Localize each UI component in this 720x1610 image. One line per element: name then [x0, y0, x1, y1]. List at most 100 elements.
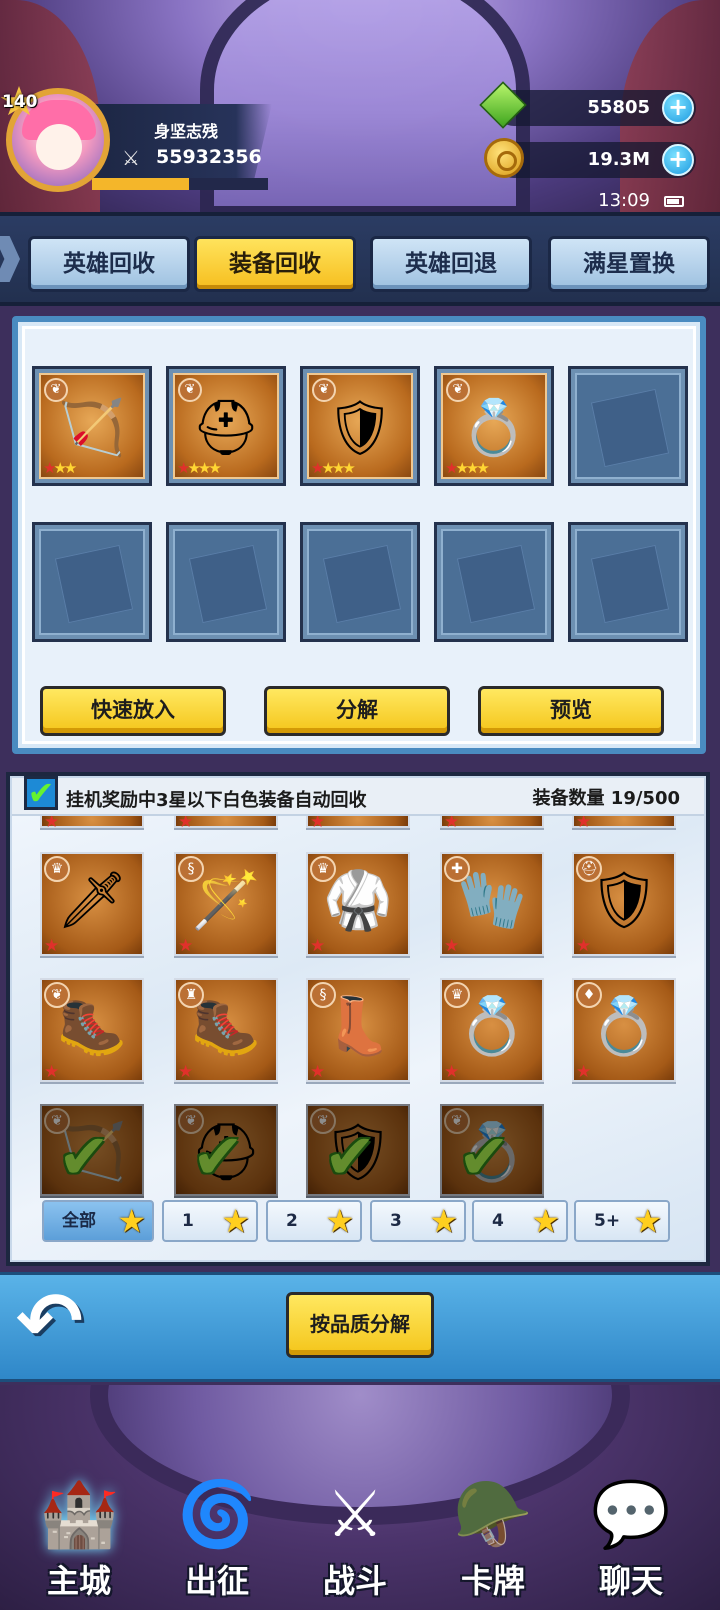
ring-icon: 💍 — [460, 396, 528, 459]
star-icon: ★ — [455, 459, 469, 477]
star-filter-label: 3 — [390, 1211, 402, 1231]
player-name: 身坚志残 — [154, 122, 219, 141]
star-icon: ★ — [310, 936, 325, 956]
star-filter-5plus[interactable]: 5+ ★ — [574, 1200, 670, 1242]
player-level: 140 — [2, 92, 38, 112]
recycle-slot-empty[interactable] — [32, 522, 152, 642]
nav-helmet-card[interactable]: 🪖 卡牌 — [428, 1470, 558, 1610]
inventory-item[interactable]: 🏹 ❦ ✔ — [40, 1104, 144, 1196]
nav-label: 聊天 — [598, 1562, 663, 1600]
gem-counter: 55805 + — [479, 81, 696, 129]
inventory-item[interactable]: ⛑ ❦ ✔ — [174, 1104, 278, 1196]
recycle-slot-inner — [575, 373, 681, 479]
clock-time: 13:09 — [598, 190, 650, 211]
checkmark-icon: ✔ — [458, 1120, 510, 1193]
equip-type-badge-icon: ⛑ — [576, 856, 602, 882]
star-icon: ★ — [531, 1202, 560, 1240]
tab-hero-revert[interactable]: 英雄回退 — [370, 236, 532, 292]
inventory-item[interactable]: 🥾 ❦ ★ — [40, 978, 144, 1082]
nav-portal[interactable]: 🌀 出征 — [152, 1470, 282, 1610]
equip-type-badge-icon: § — [178, 856, 204, 882]
recycle-slot-filled[interactable]: 🏹 ❦ ★★★ — [32, 366, 152, 486]
auto-recycle-label: 挂机奖励中3星以下白色装备自动回收 — [66, 790, 367, 811]
star-filter-2[interactable]: 2 ★ — [266, 1200, 362, 1242]
star-icon: ★ — [221, 1202, 250, 1240]
tab-full-star-swap[interactable]: 满星置换 — [548, 236, 710, 292]
exp-bar-fill — [92, 178, 189, 190]
nav-label: 卡牌 — [460, 1562, 525, 1600]
recycle-slot-filled[interactable]: 💍 ❦ ★★★★ — [434, 366, 554, 486]
star-rating: ★ — [576, 936, 591, 956]
star-icon: ★ — [311, 459, 325, 477]
inventory-item[interactable]: 🧤 ✚ ★ — [440, 852, 544, 956]
portal-icon: 🌀 — [177, 1478, 257, 1552]
recycle-slot-inner — [575, 529, 681, 635]
leaf-badge-icon: ❦ — [44, 378, 68, 402]
inventory-item[interactable]: 🥋 ♛ ★ — [306, 852, 410, 956]
nav-label: 出征 — [184, 1562, 249, 1600]
star-filter-3[interactable]: 3 ★ — [370, 1200, 466, 1242]
equip-type-badge-icon: ♛ — [44, 856, 70, 882]
castle-icon: 🏰 — [39, 1478, 119, 1552]
auto-recycle-checkbox[interactable]: ✔ — [24, 776, 58, 810]
star-filter-1[interactable]: 1 ★ — [162, 1200, 258, 1242]
helmet-card-icon: 🪖 — [453, 1478, 533, 1552]
quick-add-button[interactable]: 快速放入 — [40, 686, 226, 736]
equip-type-badge-icon: ♜ — [178, 982, 204, 1008]
star-filter-4[interactable]: 4 ★ — [472, 1200, 568, 1242]
recycle-slot-empty[interactable] — [434, 522, 554, 642]
tab-equipment-recycle[interactable]: 装备回收 — [194, 236, 356, 292]
inventory-item[interactable]: 🪄 § ★ — [174, 852, 278, 956]
star-rating: ★ — [444, 1062, 459, 1082]
inventory-item[interactable]: 💍 ♛ ★ — [440, 978, 544, 1082]
preview-button[interactable]: 预览 — [478, 686, 664, 736]
equip-type-badge-icon: ♦ — [576, 982, 602, 1008]
add-gems-button[interactable]: + — [662, 92, 694, 124]
leaf-badge-icon: ❦ — [312, 378, 336, 402]
inventory-item[interactable]: 💍 ❦ ✔ — [440, 1104, 544, 1196]
inventory-item[interactable]: 🥾 ♜ ★ — [174, 978, 278, 1082]
star-icon: ★ — [43, 459, 57, 477]
star-icon: ★ — [331, 459, 346, 477]
star-icon: ★ — [444, 936, 459, 956]
exp-bar — [92, 178, 268, 190]
star-icon: ★ — [633, 1202, 662, 1240]
recycle-slot-empty[interactable] — [568, 522, 688, 642]
inventory-item[interactable]: 🛡 ⛑ ★ — [572, 852, 676, 956]
nav-crossed-swords[interactable]: ⚔ 战斗 — [290, 1470, 420, 1610]
recycle-slot-empty[interactable] — [300, 522, 420, 642]
star-rating: ★★★★ — [311, 459, 356, 477]
star-rating: ★ — [310, 1062, 325, 1082]
star-filter-label: 5+ — [594, 1211, 621, 1231]
star-rating: ★ — [178, 936, 193, 956]
inventory-item[interactable]: 👢 § ★ — [306, 978, 410, 1082]
equipment-count: 装备数量 19/500 — [533, 784, 680, 810]
nav-chat-bubble[interactable]: 💬 聊天 — [566, 1470, 696, 1610]
star-icon: ★ — [187, 459, 201, 477]
star-icon: ★ — [321, 459, 335, 477]
star-filter-all[interactable]: 全部 ★ — [42, 1200, 154, 1242]
star-icon: ★ — [342, 459, 356, 477]
back-arrow-icon[interactable]: ↶ — [16, 1282, 116, 1362]
empty-slot-diamond — [54, 544, 134, 624]
star-icon: ★ — [63, 459, 78, 477]
empty-slot-diamond — [456, 544, 536, 624]
add-gold-button[interactable]: + — [662, 144, 694, 176]
inventory-item[interactable]: 🛡 ❦ ✔ — [306, 1104, 410, 1196]
inventory-item[interactable]: 🗡 ♛ ★ — [40, 852, 144, 956]
gem-amount: 55805 — [587, 97, 650, 118]
equip-type-badge-icon: ✚ — [444, 856, 470, 882]
recycle-slot-empty[interactable] — [568, 366, 688, 486]
star-icon: ★ — [117, 1202, 146, 1240]
recycle-slot-empty[interactable] — [166, 522, 286, 642]
tab-hero-recycle[interactable]: 英雄回收 — [28, 236, 190, 292]
decompose-button[interactable]: 分解 — [264, 686, 450, 736]
inventory-item[interactable]: 💍 ♦ ★ — [572, 978, 676, 1082]
star-rating: ★ — [44, 936, 59, 956]
empty-slot-diamond — [188, 544, 268, 624]
recycle-slot-filled[interactable]: ⛑ ❦ ★★★★ — [166, 366, 286, 486]
recycle-slot-filled[interactable]: 🛡 ❦ ★★★★ — [300, 366, 420, 486]
nav-castle[interactable]: 🏰 主城 — [14, 1470, 144, 1610]
decompose-by-quality-button[interactable]: 按品质分解 — [286, 1292, 434, 1358]
recycle-slot-inner: 🏹 ❦ ★★★ — [39, 373, 145, 479]
